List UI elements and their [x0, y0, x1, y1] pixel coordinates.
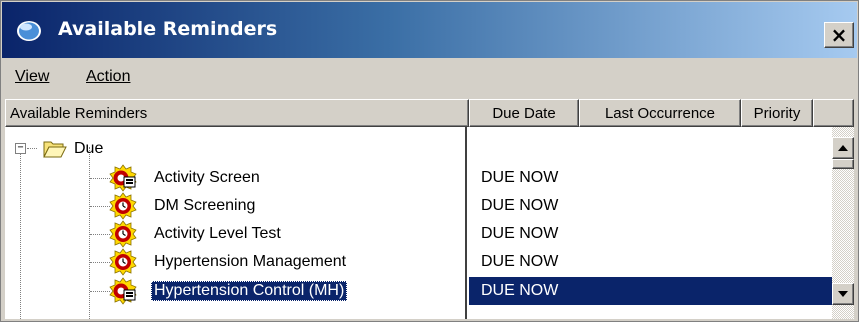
tree-group-label: Due [74, 140, 104, 157]
vertical-scrollbar[interactable] [832, 127, 854, 319]
menu-action[interactable]: Action [86, 68, 130, 86]
arrow-down-icon [838, 291, 848, 297]
tree-item-activity-screen[interactable]: Activity Screen [5, 164, 465, 192]
menu-action-label: Action [86, 68, 131, 85]
scroll-thumb[interactable] [832, 159, 854, 169]
column-header-available-reminders[interactable]: Available Reminders [5, 99, 469, 127]
column-header-priority[interactable]: Priority [741, 99, 813, 127]
due-date-cell-selected: DUE NOW [469, 277, 832, 305]
reminder-label: DM Screening [154, 197, 256, 214]
scroll-up-button[interactable] [832, 137, 854, 159]
menu-view[interactable]: View [15, 68, 49, 86]
tree-item-hypertension-management[interactable]: Hypertension Management [5, 248, 465, 276]
column-header-label: Priority [753, 104, 801, 122]
column-header-label: Due Date [492, 104, 556, 122]
menu-bar: View Action [2, 58, 857, 94]
tree-guide-line [90, 206, 110, 207]
window-title: Available Reminders [58, 18, 278, 40]
close-button[interactable]: × [824, 22, 854, 48]
tree-item-activity-level-test[interactable]: Activity Level Test [5, 220, 465, 248]
arrow-up-icon [838, 145, 848, 151]
due-date-cell: DUE NOW [481, 197, 559, 214]
reminder-tree[interactable]: − Due Activity Screen DM Screening Activ… [5, 127, 467, 319]
close-icon: × [830, 23, 848, 47]
tree-group-due[interactable]: − Due [5, 135, 465, 163]
collapse-icon[interactable]: − [15, 143, 26, 154]
column-header-label: Last Occurrence [604, 104, 716, 122]
title-bar[interactable]: Available Reminders × [2, 2, 857, 58]
tree-guide-line [27, 148, 37, 149]
reminder-label: Activity Level Test [154, 225, 281, 242]
open-folder-icon [43, 141, 67, 158]
tree-guide-line [90, 234, 110, 235]
reminder-clinic-icon [109, 164, 137, 192]
reminder-alarm-icon [109, 192, 137, 220]
reminder-alarm-icon [109, 220, 137, 248]
column-header-last-occurrence[interactable]: Last Occurrence [579, 99, 741, 127]
reminder-clinic-icon [109, 277, 137, 305]
reminder-label: Activity Screen [154, 169, 260, 186]
tree-item-dm-screening[interactable]: DM Screening [5, 192, 465, 220]
reminders-list-view: Available Reminders Due Date Last Occurr… [5, 99, 854, 319]
reminder-label: Hypertension Management [154, 253, 347, 270]
tree-guide-line [90, 178, 110, 179]
column-header-filler [813, 99, 854, 127]
due-date-cell: DUE NOW [481, 253, 559, 270]
reminder-label-selected: Hypertension Control (MH) [151, 281, 348, 301]
scroll-down-button[interactable] [832, 283, 854, 305]
due-date-cell: DUE NOW [481, 225, 559, 242]
menu-view-label: View [15, 68, 50, 85]
tree-guide-line [90, 262, 110, 263]
available-reminders-window: Available Reminders × View Action Availa… [0, 0, 859, 322]
due-date-cell: DUE NOW [481, 169, 559, 186]
tree-guide-line [90, 291, 110, 292]
column-header-label: Available Reminders [10, 104, 148, 122]
column-header-due-date[interactable]: Due Date [469, 99, 579, 127]
app-globe-icon [17, 21, 41, 41]
reminder-alarm-icon [109, 248, 137, 276]
tree-item-hypertension-control-mh[interactable]: Hypertension Control (MH) [5, 277, 465, 305]
due-date-column[interactable]: DUE NOW DUE NOW DUE NOW DUE NOW DUE NOW [469, 127, 832, 319]
